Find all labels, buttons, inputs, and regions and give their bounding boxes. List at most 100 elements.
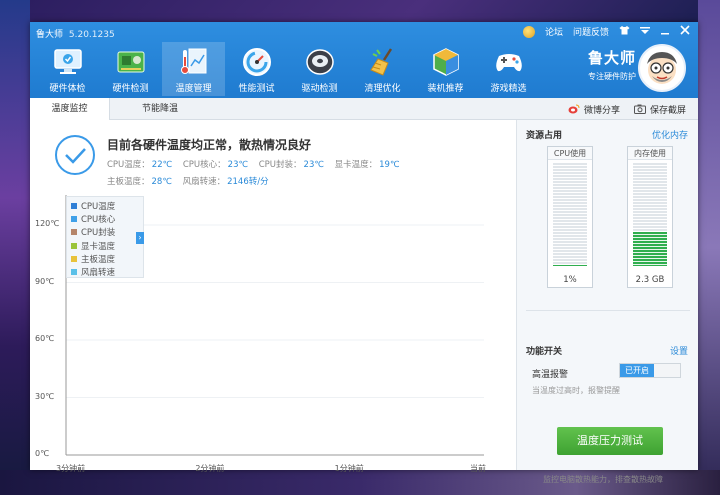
tool-label: 硬件检测 [112,84,149,94]
legend-item[interactable]: 主板温度 [71,252,139,265]
legend-swatch [71,202,77,209]
cpu-usage-meter: CPU使用 1% [547,146,593,288]
legend-item[interactable]: CPU封装 [71,226,139,239]
features-title: 功能开关 [526,347,563,357]
camera-icon [633,104,646,114]
resources-title: 资源占用 [526,131,563,141]
tool-label: 驱动检测 [301,84,338,94]
legend-swatch [71,215,77,222]
y-axis-tick: 60℃ [35,334,55,343]
mascot-avatar[interactable] [638,44,686,92]
minimize-icon[interactable] [660,26,670,38]
desktop-wallpaper-right [698,0,720,495]
close-icon[interactable] [680,25,690,38]
temperature-stress-test-button[interactable]: 温度压力测试 [557,427,663,455]
x-axis-tick: 3分钟前 [56,464,86,473]
divider [526,310,690,311]
tool-hardware-detect[interactable]: 硬件检测 [99,42,162,96]
toggle-knob [654,364,680,377]
tool-label: 温度管理 [175,84,212,94]
tool-driver[interactable]: 驱动检测 [288,42,351,96]
temperature-chart: 120℃ 90℃ 60℃ 30℃ 0℃ 3分钟前 2分钟前 1分钟前 当前 [30,120,516,473]
legend-swatch [71,269,77,276]
legend-swatch [71,242,77,249]
high-temp-alarm-toggle[interactable]: 已开启 [619,363,681,378]
legend-label: CPU核心 [81,214,116,225]
tool-temperature[interactable]: 温度管理 [162,42,225,96]
monitor-check-icon [51,45,85,79]
high-temp-alarm-label: 高温报警 [532,370,569,380]
x-axis-tick: 2分钟前 [195,464,225,473]
alarm-hint: 当温度过高时，报警提醒 [532,386,620,395]
toggle-on-state: 已开启 [620,364,654,377]
legend-label: CPU封装 [81,228,116,239]
app-title: 鲁大师 5.20.1235 [36,27,115,40]
save-screenshot-label: 保存截屏 [649,105,686,116]
save-screenshot-button[interactable]: 保存截屏 [633,103,686,116]
feedback-link[interactable]: 问题反馈 [573,25,609,38]
coin-icon[interactable] [522,25,535,38]
forum-link[interactable]: 论坛 [545,25,563,38]
shirt-icon[interactable] [619,25,630,38]
y-axis-tick: 0℃ [35,449,50,458]
legend-label: 风扇转速 [81,268,116,279]
legend-label: CPU温度 [81,201,116,212]
tool-hardware-check[interactable]: 硬件体检 [36,42,99,96]
memory-usage-value: 2.3 GB [635,275,665,285]
tool-build-recommend[interactable]: 装机推荐 [414,42,477,96]
temperature-panel: 目前各硬件温度均正常，散热情况良好 CPU温度： 22℃ CPU核心： 23℃ CP… [30,120,516,473]
tool-performance[interactable]: 性能测试 [225,42,288,96]
tool-label: 硬件体检 [49,84,86,94]
memory-usage-label: 内存使用 [628,147,672,160]
stress-test-hint: 监控电脑散热能力，排查散热故障 [543,475,663,484]
cube-icon [429,45,463,79]
brand-name: 鲁大师 [587,49,636,67]
memory-usage-meter: 内存使用 2.3 GB [627,146,673,288]
optimize-memory-link[interactable]: 优化内存 [652,128,688,141]
tool-games[interactable]: 游戏精选 [477,42,540,96]
app-name: 鲁大师 [36,30,64,40]
broom-icon [366,45,400,79]
tool-label: 装机推荐 [427,84,464,94]
legend-item[interactable]: 显卡温度 [71,239,139,252]
weibo-share-label: 微博分享 [583,105,620,116]
weibo-share-button[interactable]: 微博分享 [568,103,620,116]
weibo-icon [568,104,580,114]
legend-label: 显卡温度 [81,241,116,252]
driver-disk-icon [303,45,337,79]
legend-item[interactable]: CPU核心 [71,212,139,225]
settings-link[interactable]: 设置 [670,344,688,357]
desktop-wallpaper-left [0,0,30,495]
tab-energy-saving[interactable]: 节能降温 [120,98,200,120]
sub-tab-bar: 温度监控 节能降温 微博分享 保存截屏 [30,98,698,121]
legend-collapse-button[interactable]: › [136,232,144,244]
brand-slogan: 专注硬件防护 [588,72,636,81]
y-axis-tick: 120℃ [35,219,60,228]
cpu-usage-value: 1% [563,275,577,285]
tool-cleanup[interactable]: 清理优化 [351,42,414,96]
legend-item[interactable]: 风扇转速 [71,265,139,278]
x-axis-tick: 1分钟前 [334,464,364,473]
thermometer-icon [177,45,211,79]
legend-item[interactable]: CPU温度 [71,199,139,212]
tool-label: 性能测试 [238,84,275,94]
y-axis-tick: 30℃ [35,391,55,401]
tab-temperature-monitor[interactable]: 温度监控 [30,98,110,121]
title-toolbar: 鲁大师 5.20.1235 论坛 问题反馈 硬件体检 硬件检测 温度管理 性能测… [30,22,698,98]
cpu-usage-fill [553,264,587,266]
cpu-usage-bars [553,163,587,266]
menu-icon[interactable] [640,26,650,38]
sub-actions: 微博分享 保存截屏 [568,98,686,120]
gamepad-icon [492,45,526,79]
memory-usage-bars [633,163,667,266]
side-panel: 资源占用 优化内存 CPU使用 1% 内存使用 2.3 GB 功能开关 设置 高… [516,120,698,484]
y-axis-tick: 90℃ [35,276,55,286]
chart-legend: CPU温度 CPU核心 CPU封装显卡温度 主板温度风扇转速 [66,196,144,278]
app-window: 鲁大师 5.20.1235 论坛 问题反馈 硬件体检 硬件检测 温度管理 性能测… [30,22,698,484]
chart-grid [65,195,484,456]
tool-label: 游戏精选 [490,84,527,94]
main-toolbar: 硬件体检 硬件检测 温度管理 性能测试 驱动检测 清理优化 装机推荐 游戏精选 [36,42,540,96]
cpu-usage-label: CPU使用 [548,147,592,160]
tool-label: 清理优化 [364,84,401,94]
app-version: 5.20.1235 [68,30,115,40]
